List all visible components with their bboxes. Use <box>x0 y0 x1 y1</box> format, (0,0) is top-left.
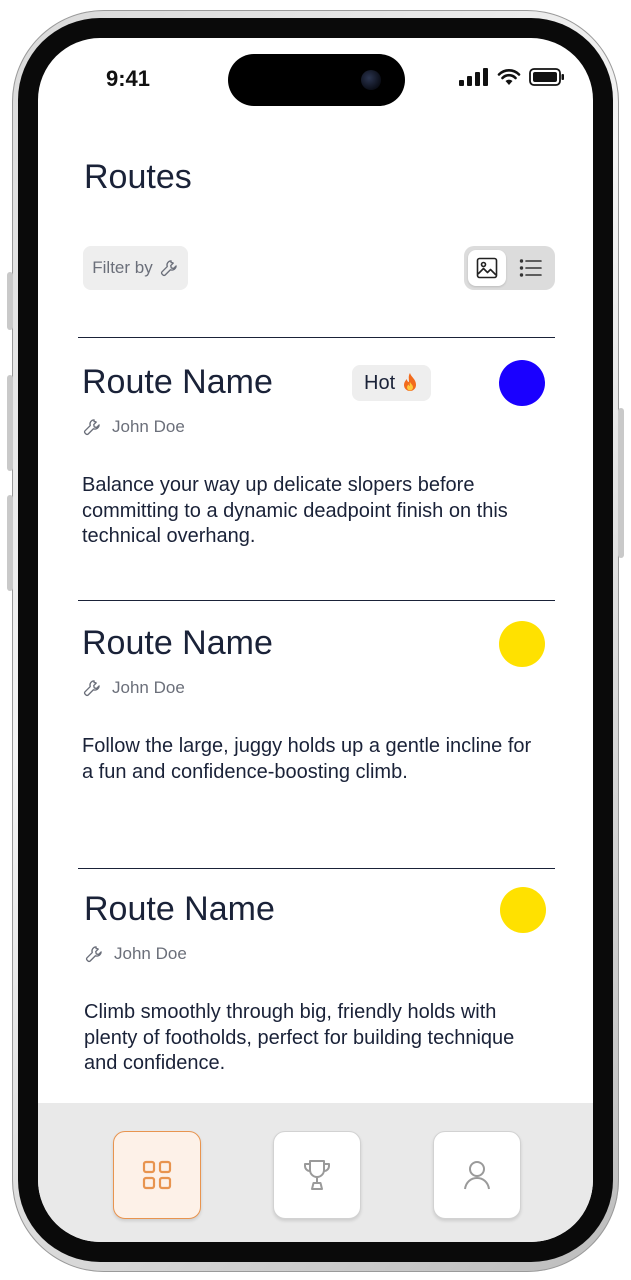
wrench-icon <box>83 419 100 436</box>
wrench-icon <box>160 260 177 277</box>
status-time: 9:41 <box>106 66 151 91</box>
hot-badge: Hot <box>352 365 432 401</box>
route-description: Balance your way up delicate slopers bef… <box>82 474 508 547</box>
filter-label: Filter by <box>92 258 153 277</box>
view-toggle <box>464 246 555 290</box>
author-name: John Doe <box>112 678 185 697</box>
route-author: John Doe <box>82 678 185 698</box>
status-icons <box>459 68 565 86</box>
filter-button[interactable]: Filter by <box>83 246 188 290</box>
route-name: Route Name <box>82 363 273 401</box>
divider <box>78 600 555 601</box>
action-button <box>7 272 13 330</box>
screen: 9:41 Routes Filter by Route Name Hot Joh… <box>38 38 593 1242</box>
trophy-icon <box>304 1160 330 1190</box>
grid-icon <box>142 1160 172 1190</box>
wifi-icon <box>497 69 521 85</box>
divider <box>78 868 555 869</box>
fire-icon <box>404 373 417 391</box>
battery-icon <box>529 68 564 86</box>
image-icon <box>476 257 498 279</box>
volume-down-button <box>7 495 13 591</box>
route-name: Route Name <box>84 890 275 928</box>
user-icon <box>464 1161 490 1190</box>
image-view-toggle[interactable] <box>468 250 506 286</box>
route-card[interactable]: Route Name John Doe Follow the large, ju… <box>78 600 555 830</box>
tab-routes[interactable] <box>113 1131 201 1219</box>
list-view-toggle[interactable] <box>512 250 550 286</box>
tab-profile[interactable] <box>433 1131 521 1219</box>
route-color-dot <box>499 621 545 667</box>
volume-up-button <box>7 375 13 471</box>
power-button <box>618 408 624 558</box>
tab-bar <box>38 1103 593 1242</box>
wrench-icon <box>83 680 100 697</box>
route-description: Follow the large, juggy holds up a gentl… <box>82 735 532 783</box>
route-author: John Doe <box>82 417 185 437</box>
tab-leaderboard[interactable] <box>273 1131 361 1219</box>
author-name: John Doe <box>112 417 185 436</box>
badge-label: Hot <box>364 371 396 394</box>
route-color-dot <box>500 887 546 933</box>
route-card[interactable]: Route Name John Doe Climb smoothly throu… <box>78 868 555 1098</box>
divider <box>78 337 555 338</box>
page-title: Routes <box>84 158 192 196</box>
author-name: John Doe <box>114 944 187 963</box>
list-icon <box>519 259 542 277</box>
camera-icon <box>361 70 381 90</box>
route-description: Climb smoothly through big, friendly hol… <box>84 1001 515 1074</box>
route-author: John Doe <box>84 944 187 964</box>
wrench-icon <box>85 946 102 963</box>
route-color-dot <box>499 360 545 406</box>
signal-icon <box>459 68 488 86</box>
dynamic-island <box>228 54 405 106</box>
route-card[interactable]: Route Name Hot John Doe Balance your way… <box>78 337 555 567</box>
route-name: Route Name <box>82 624 273 662</box>
